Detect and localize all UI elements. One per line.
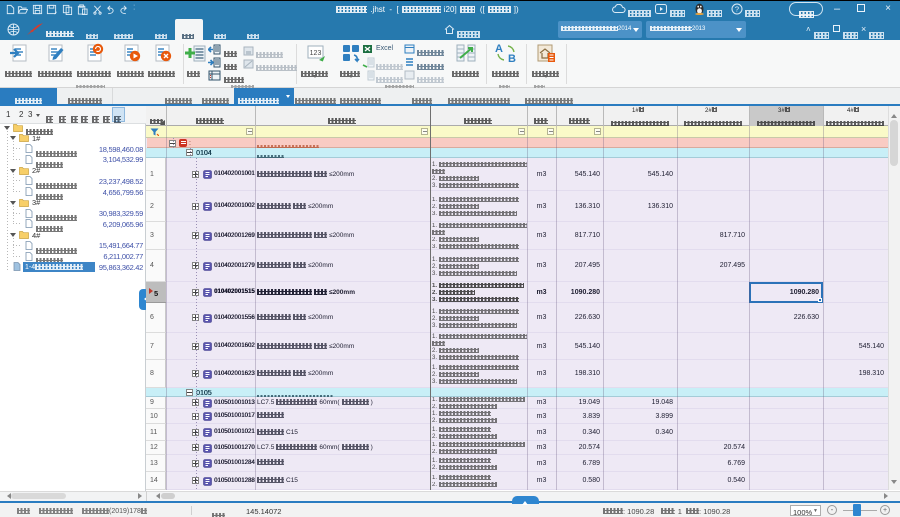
svg-text:A: A — [495, 43, 503, 55]
svg-text:B: B — [508, 53, 516, 64]
svg-text:?: ? — [735, 5, 739, 14]
svg-text:123: 123 — [310, 50, 322, 57]
